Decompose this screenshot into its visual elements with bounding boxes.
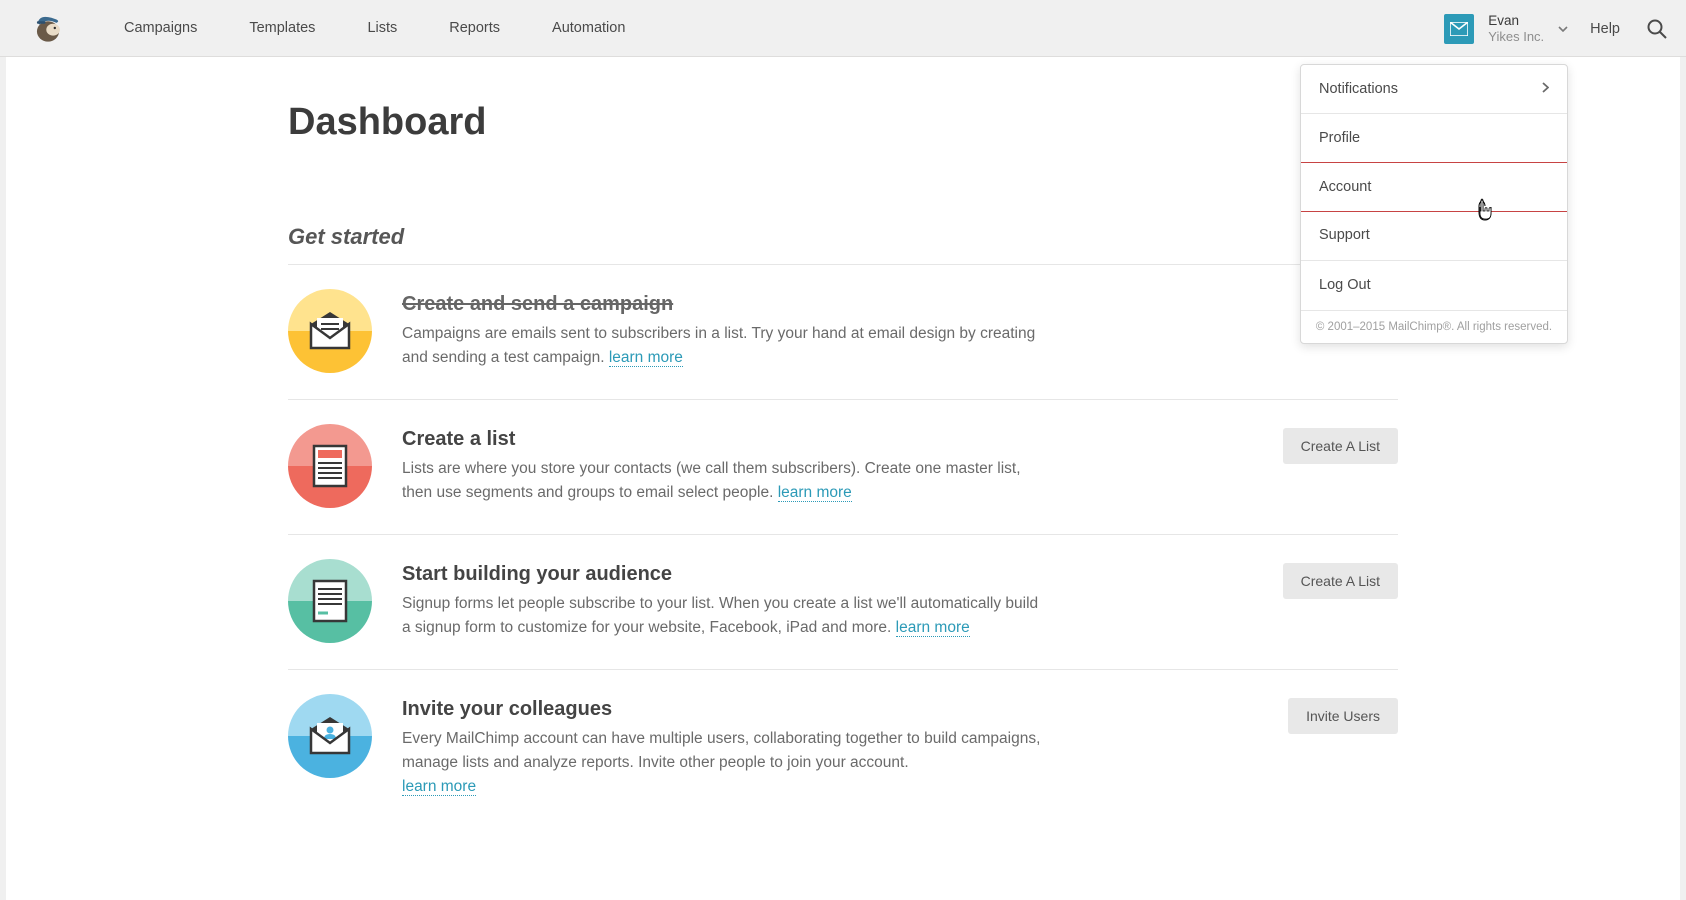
card-campaign-body: Create and send a campaign Campaigns are… [402, 289, 1218, 370]
user-menu-trigger[interactable]: Evan Yikes Inc. [1488, 13, 1544, 45]
card-audience-title: Start building your audience [402, 563, 1218, 586]
card-invite-title: Invite your colleagues [402, 698, 1218, 721]
user-org: Yikes Inc. [1488, 29, 1544, 45]
dd-profile[interactable]: Profile [1301, 114, 1567, 163]
card-invite-desc: Every MailChimp account can have multipl… [402, 727, 1042, 799]
card-invite: Invite your colleagues Every MailChimp a… [288, 670, 1398, 825]
create-list-button[interactable]: Create A List [1283, 428, 1398, 464]
learn-more-link[interactable]: learn more [609, 349, 683, 367]
card-list-desc: Lists are where you store your contacts … [402, 457, 1042, 505]
dd-logout[interactable]: Log Out [1301, 260, 1567, 310]
card-list-desc-text: Lists are where you store your contacts … [402, 460, 1021, 501]
card-audience-action: Create A List [1218, 559, 1398, 599]
form-icon [288, 559, 372, 643]
dd-account[interactable]: Account [1300, 162, 1568, 212]
top-nav: Campaigns Templates Lists Reports Automa… [0, 0, 1686, 57]
learn-more-link[interactable]: learn more [896, 619, 970, 637]
card-campaign-title: Create and send a campaign [402, 293, 1218, 316]
card-audience: Start building your audience Signup form… [288, 535, 1398, 670]
card-audience-body: Start building your audience Signup form… [402, 559, 1218, 640]
card-list-action: Create A List [1218, 424, 1398, 464]
create-list-button[interactable]: Create A List [1283, 563, 1398, 599]
nav-campaigns[interactable]: Campaigns [98, 0, 223, 57]
learn-more-link[interactable]: learn more [402, 778, 476, 796]
card-audience-desc: Signup forms let people subscribe to you… [402, 592, 1042, 640]
dd-support-label: Support [1319, 227, 1370, 243]
dd-account-label: Account [1319, 179, 1371, 195]
user-dropdown: Notifications Profile Account Support Lo… [1300, 64, 1568, 344]
invite-users-button[interactable]: Invite Users [1288, 698, 1398, 734]
invite-icon [288, 694, 372, 778]
nav-templates[interactable]: Templates [223, 0, 341, 57]
chevron-right-icon [1542, 81, 1549, 97]
learn-more-link[interactable]: learn more [778, 484, 852, 502]
user-name: Evan [1488, 13, 1544, 29]
nav-lists[interactable]: Lists [341, 0, 423, 57]
chevron-down-icon[interactable] [1558, 23, 1568, 35]
dashboard-header: Dashboard Drafts [288, 101, 1398, 144]
top-right: Evan Yikes Inc. Help [1444, 0, 1668, 57]
card-list-title: Create a list [402, 428, 1218, 451]
dd-notifications[interactable]: Notifications [1301, 65, 1567, 114]
search-icon[interactable] [1646, 18, 1668, 40]
page-title: Dashboard [288, 101, 486, 144]
dd-footer: © 2001–2015 MailChimp®. All rights reser… [1301, 310, 1567, 343]
nav-links: Campaigns Templates Lists Reports Automa… [98, 0, 651, 57]
dd-support[interactable]: Support [1301, 211, 1567, 260]
list-icon [288, 424, 372, 508]
nav-automation[interactable]: Automation [526, 0, 651, 57]
logo[interactable] [28, 8, 68, 48]
dd-profile-label: Profile [1319, 130, 1360, 146]
nav-reports[interactable]: Reports [423, 0, 526, 57]
content-container: Dashboard Drafts Get started Create and … [288, 101, 1398, 825]
dd-notifications-label: Notifications [1319, 81, 1398, 97]
card-invite-desc-text: Every MailChimp account can have multipl… [402, 730, 1040, 771]
envelope-icon [288, 289, 372, 373]
dd-logout-label: Log Out [1319, 277, 1371, 293]
card-campaign: Create and send a campaign Campaigns are… [288, 265, 1398, 400]
card-invite-body: Invite your colleagues Every MailChimp a… [402, 694, 1218, 799]
card-list: Create a list Lists are where you store … [288, 400, 1398, 535]
card-campaign-desc-text: Campaigns are emails sent to subscribers… [402, 325, 1035, 366]
card-invite-action: Invite Users [1218, 694, 1398, 734]
card-list-body: Create a list Lists are where you store … [402, 424, 1218, 505]
help-link[interactable]: Help [1590, 21, 1620, 37]
conversations-icon[interactable] [1444, 14, 1474, 44]
get-started-heading: Get started [288, 224, 1398, 250]
card-campaign-desc: Campaigns are emails sent to subscribers… [402, 322, 1042, 370]
